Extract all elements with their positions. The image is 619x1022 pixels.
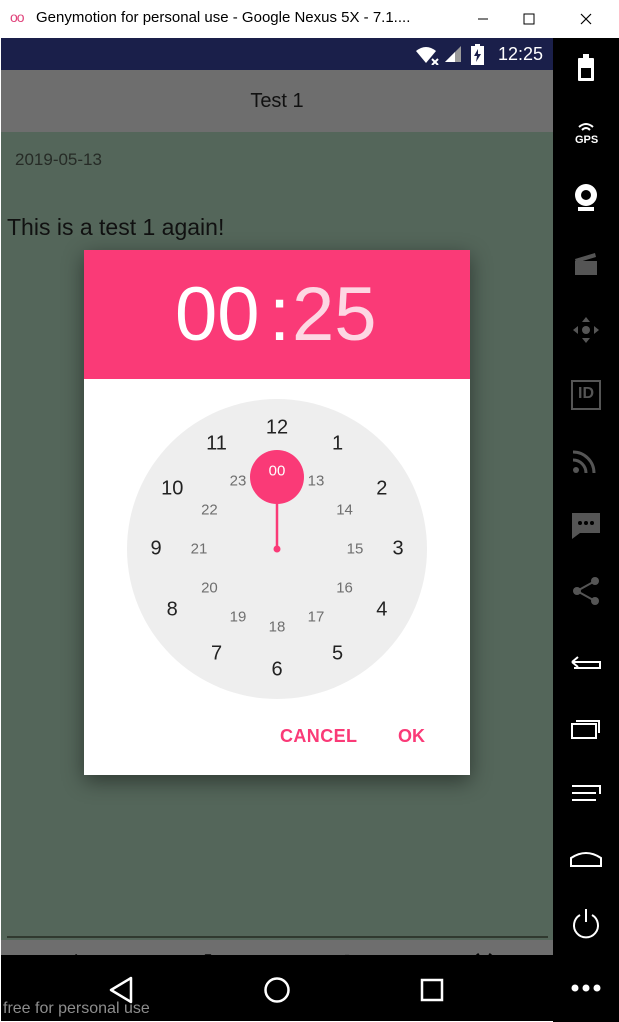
note-text[interactable]: This is a test 1 again!: [7, 214, 224, 241]
page-title: Test 1: [250, 90, 304, 112]
clock-number[interactable]: 18: [269, 619, 286, 636]
close-icon: [580, 13, 592, 25]
battery-icon: [578, 54, 594, 81]
divider: [7, 936, 548, 938]
network-tool[interactable]: [562, 440, 610, 480]
clock-number[interactable]: 1: [332, 433, 343, 456]
clock-number[interactable]: 19: [230, 608, 247, 625]
power-tool[interactable]: [562, 904, 610, 944]
maximize-button[interactable]: [506, 0, 552, 38]
clock-number[interactable]: 15: [347, 541, 364, 558]
clock-number[interactable]: 3: [392, 538, 403, 561]
capture-tool[interactable]: [562, 244, 610, 284]
capture-icon: [575, 253, 597, 275]
home-tool[interactable]: [562, 838, 610, 878]
hour-display[interactable]: 00: [175, 272, 260, 358]
power-icon: [573, 909, 599, 939]
clock-number[interactable]: 6: [271, 659, 282, 682]
battery-tool[interactable]: [562, 48, 610, 88]
sms-tool[interactable]: [562, 506, 610, 546]
clock-number[interactable]: 2: [376, 477, 387, 500]
remote-control-icon: [573, 317, 599, 343]
back-tool[interactable]: [562, 642, 610, 682]
identifiers-tool[interactable]: ID: [562, 375, 610, 415]
clock-number[interactable]: 8: [167, 598, 178, 621]
clock-number[interactable]: 16: [336, 580, 353, 597]
clock-hand: [250, 450, 304, 553]
clock-number[interactable]: 4: [376, 598, 387, 621]
menu-tool[interactable]: [562, 774, 610, 814]
clock-number[interactable]: 9: [150, 538, 161, 561]
clock-number[interactable]: 14: [336, 502, 353, 519]
signal-icon: [445, 46, 461, 62]
more-tool[interactable]: [562, 968, 610, 1008]
clock-number[interactable]: 5: [332, 642, 343, 665]
clock-number[interactable]: 17: [308, 608, 325, 625]
status-bar: 12:25: [1, 38, 553, 70]
clock-number[interactable]: 00: [269, 463, 286, 480]
battery-charging-icon: [471, 44, 484, 65]
recents-icon: [571, 720, 600, 739]
share-tool[interactable]: [562, 571, 610, 611]
window-title-bar: oo Genymotion for personal use - Google …: [0, 0, 619, 38]
wifi-icon: [416, 47, 439, 65]
ok-button[interactable]: OK: [398, 726, 425, 747]
sms-icon: [572, 513, 600, 539]
camera-tool[interactable]: [562, 178, 610, 218]
minimize-icon: [478, 18, 488, 20]
recents-tool[interactable]: [562, 708, 610, 748]
genymotion-logo: oo: [10, 9, 25, 25]
recents-icon: [420, 978, 444, 1002]
more-icon: [571, 984, 601, 992]
clock-number[interactable]: 12: [266, 417, 288, 440]
app-bar: Test 1: [1, 70, 553, 132]
menu-icon: [572, 785, 601, 801]
nav-home-button[interactable]: [257, 970, 297, 1010]
note-date: 2019-05-13: [15, 150, 102, 169]
camera-icon: [575, 184, 597, 211]
minimize-button[interactable]: [460, 0, 506, 38]
window-title: Genymotion for personal use - Google Nex…: [36, 9, 411, 26]
home-icon: [264, 977, 290, 1003]
clock-face[interactable]: 12 1 2 3 4 5 6 7 8 9 10 11 00 13 14 15 16 17 18 19 20 21 22 23: [127, 399, 427, 699]
share-icon: [573, 577, 599, 605]
time-separator: :: [269, 272, 291, 357]
clock-number[interactable]: 11: [206, 433, 227, 456]
home-icon: [570, 852, 602, 867]
clock-number[interactable]: 23: [230, 473, 247, 490]
remote-control-tool[interactable]: [562, 310, 610, 350]
back-icon: [571, 656, 601, 669]
time-header: 00 : 25: [84, 250, 470, 379]
nav-recents-button[interactable]: [412, 970, 452, 1010]
status-clock: 12:25: [497, 44, 543, 64]
watermark: free for personal use: [3, 1000, 150, 1017]
clock-number[interactable]: 20: [201, 580, 218, 597]
clock-number[interactable]: 22: [201, 502, 218, 519]
gps-tool[interactable]: GPS: [562, 114, 610, 154]
minute-display[interactable]: 25: [292, 272, 377, 358]
device-screen: 12:25 Test 1 2019-05-13 This is a test 1…: [1, 38, 553, 1021]
clock-number[interactable]: 13: [308, 473, 325, 490]
clock-number[interactable]: 21: [191, 541, 208, 558]
gps-label: GPS: [575, 134, 599, 146]
id-label: ID: [578, 385, 594, 402]
close-button[interactable]: [563, 0, 609, 38]
clock-number[interactable]: 10: [161, 477, 183, 500]
maximize-icon: [523, 13, 535, 25]
cancel-button[interactable]: CANCEL: [280, 726, 357, 747]
clock-number[interactable]: 7: [211, 642, 222, 665]
time-picker-dialog: 00 : 25 12 1 2 3 4 5 6 7 8 9 10 11 00 13 14 15 16 17 18 19 2…: [84, 250, 470, 775]
genymotion-toolbar: GPS ID: [553, 38, 619, 1022]
network-icon: [572, 450, 596, 474]
